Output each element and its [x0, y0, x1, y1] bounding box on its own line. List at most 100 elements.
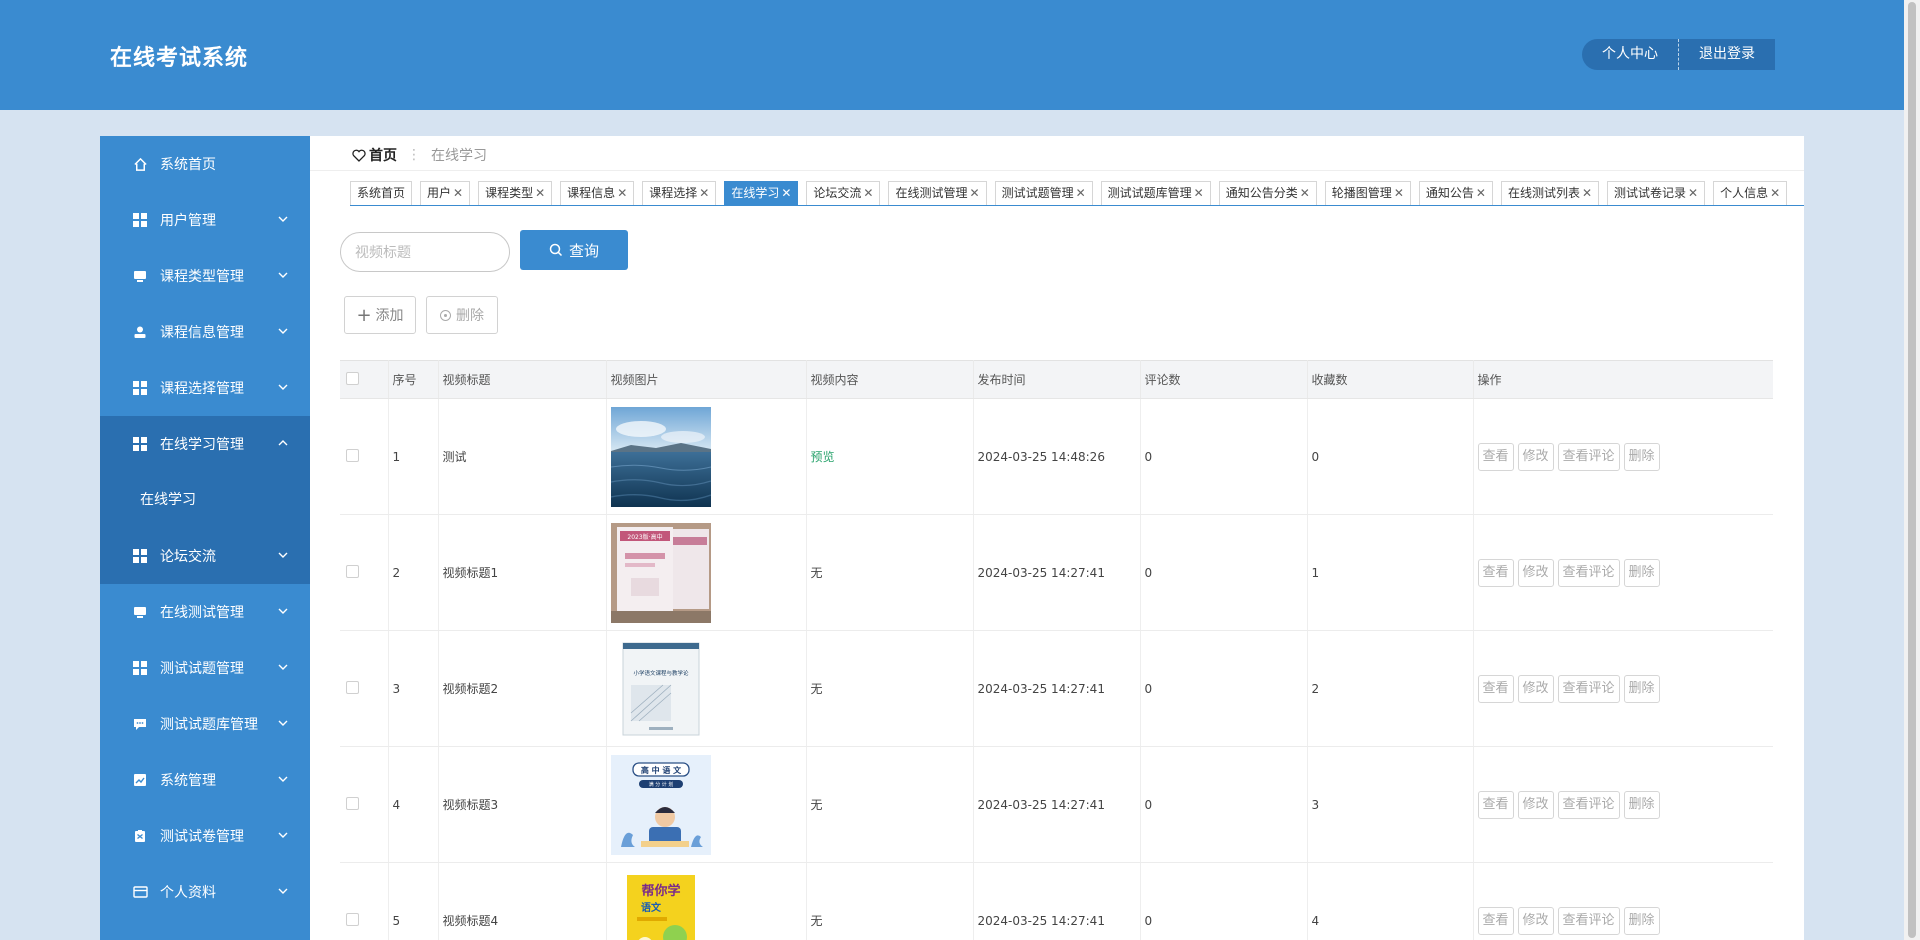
- heart-icon: [352, 149, 366, 162]
- query-button[interactable]: 查询: [520, 230, 628, 270]
- tab-online-learning[interactable]: 在线学习 ✕: [724, 181, 799, 205]
- sidebar-item-home[interactable]: 系统首页: [100, 136, 310, 192]
- delete-row-button[interactable]: 删除: [1623, 790, 1660, 819]
- row-title: 视频标题4: [438, 862, 607, 940]
- tab-course-types[interactable]: 课程类型 ✕: [478, 181, 553, 205]
- submenu-item-online-learning[interactable]: 在线学习: [100, 472, 310, 528]
- sidebar-item-profile[interactable]: 个人资料: [100, 864, 310, 920]
- tab-course-selection[interactable]: 课程选择 ✕: [642, 181, 717, 205]
- scrollbar-thumb[interactable]: [1908, 2, 1916, 938]
- logout-button[interactable]: 退出登录: [1679, 39, 1775, 70]
- tab-test-list[interactable]: 在线测试列表 ✕: [1500, 181, 1600, 205]
- sidebar-item-users[interactable]: 用户管理: [100, 192, 310, 248]
- tab-label: 在线学习: [731, 186, 780, 200]
- close-icon[interactable]: ✕: [970, 186, 980, 200]
- yellow-book-image[interactable]: 帮你学 语文: [610, 870, 711, 940]
- preview-link[interactable]: 预览: [811, 450, 835, 464]
- tab-carousel[interactable]: 轮播图管理 ✕: [1324, 181, 1411, 205]
- edit-button[interactable]: 修改: [1517, 674, 1554, 703]
- sidebar-item-system[interactable]: 系统管理: [100, 752, 310, 808]
- books-image[interactable]: 2023版·高中: [610, 522, 711, 623]
- book-cover-image[interactable]: 小学语文课程与教学论: [610, 638, 711, 739]
- close-icon[interactable]: ✕: [617, 186, 627, 200]
- close-icon[interactable]: ✕: [453, 186, 463, 200]
- edit-button[interactable]: 修改: [1517, 558, 1554, 587]
- close-icon[interactable]: ✕: [1194, 186, 1204, 200]
- close-icon[interactable]: ✕: [1582, 186, 1592, 200]
- tab-personal-info[interactable]: 个人信息 ✕: [1713, 181, 1788, 205]
- close-icon[interactable]: ✕: [1394, 186, 1404, 200]
- row-checkbox[interactable]: [346, 680, 359, 694]
- tab-users[interactable]: 用户 ✕: [420, 181, 471, 205]
- vertical-scrollbar[interactable]: [1904, 0, 1920, 940]
- close-icon[interactable]: ✕: [1476, 186, 1486, 200]
- divider: [310, 170, 1804, 171]
- close-icon[interactable]: ✕: [1688, 186, 1698, 200]
- view-button[interactable]: 查看: [1477, 674, 1514, 703]
- close-icon[interactable]: ✕: [863, 186, 873, 200]
- tab-course-info[interactable]: 课程信息 ✕: [560, 181, 635, 205]
- close-icon[interactable]: ✕: [1076, 186, 1086, 200]
- sidebar-item-course-info[interactable]: 课程信息管理: [100, 304, 310, 360]
- column-header: 发布时间: [973, 360, 1141, 399]
- home-icon: [132, 156, 148, 172]
- chart-icon: [132, 772, 148, 788]
- view-button[interactable]: 查看: [1477, 558, 1514, 587]
- row-checkbox[interactable]: [346, 564, 359, 578]
- edit-button[interactable]: 修改: [1517, 442, 1554, 471]
- breadcrumb-home[interactable]: 首页: [352, 145, 397, 165]
- view-comments-button[interactable]: 查看评论: [1557, 674, 1620, 703]
- view-button[interactable]: 查看: [1477, 442, 1514, 471]
- view-button[interactable]: 查看: [1477, 906, 1514, 935]
- tab-test-records[interactable]: 测试试卷记录 ✕: [1607, 181, 1706, 205]
- add-button[interactable]: + 添加: [344, 296, 416, 334]
- tab-notice[interactable]: 通知公告 ✕: [1418, 181, 1493, 205]
- sea-image[interactable]: [610, 406, 711, 507]
- close-icon[interactable]: ✕: [1770, 186, 1780, 200]
- tab-forum[interactable]: 论坛交流 ✕: [806, 181, 881, 205]
- edit-button[interactable]: 修改: [1517, 790, 1554, 819]
- sidebar-item-forum[interactable]: 论坛交流: [100, 528, 310, 584]
- select-all-checkbox[interactable]: [346, 371, 359, 385]
- view-comments-button[interactable]: 查看评论: [1557, 790, 1620, 819]
- tab-system-home[interactable]: 系统首页: [350, 181, 413, 205]
- view-comments-button[interactable]: 查看评论: [1557, 442, 1620, 471]
- delete-row-button[interactable]: 删除: [1623, 674, 1660, 703]
- view-button[interactable]: 查看: [1477, 790, 1514, 819]
- tab-test-questions[interactable]: 测试试题管理 ✕: [994, 181, 1093, 205]
- view-comments-button[interactable]: 查看评论: [1557, 906, 1620, 935]
- row-favorites: 4: [1307, 862, 1474, 940]
- edit-button[interactable]: 修改: [1517, 906, 1554, 935]
- tab-question-bank[interactable]: 测试试题库管理 ✕: [1100, 181, 1211, 205]
- chinese-book-image[interactable]: 高 中 语 文 满 分 计 划: [610, 754, 711, 855]
- sidebar-item-course-types[interactable]: 课程类型管理: [100, 248, 310, 304]
- delete-row-button[interactable]: 删除: [1623, 558, 1660, 587]
- view-comments-button[interactable]: 查看评论: [1557, 558, 1620, 587]
- sidebar-item-question-bank[interactable]: 测试试题库管理: [100, 696, 310, 752]
- tab-label: 测试试题管理: [1001, 186, 1074, 200]
- close-icon[interactable]: ✕: [535, 186, 545, 200]
- close-icon[interactable]: ✕: [1300, 186, 1310, 200]
- row-checkbox[interactable]: [346, 912, 359, 926]
- sidebar-item-course-selection[interactable]: 课程选择管理: [100, 360, 310, 416]
- search-input[interactable]: [340, 232, 510, 272]
- close-icon[interactable]: ✕: [699, 186, 709, 200]
- main-panel: 首页 ⋮ 在线学习 系统首页 用户 ✕ 课程类型 ✕ 课程信息 ✕ 课程选择 ✕ 在线学…: [310, 136, 1804, 940]
- delete-row-button[interactable]: 删除: [1623, 442, 1660, 471]
- row-number: 3: [388, 630, 439, 747]
- close-icon[interactable]: ✕: [781, 186, 791, 200]
- row-checkbox[interactable]: [346, 796, 359, 810]
- delete-row-button[interactable]: 删除: [1623, 906, 1660, 935]
- row-content: 无: [806, 514, 974, 631]
- tab-online-test[interactable]: 在线测试管理 ✕: [888, 181, 987, 205]
- sidebar-item-online-learning[interactable]: 在线学习管理: [100, 416, 310, 472]
- plus-icon: +: [356, 304, 372, 326]
- row-checkbox[interactable]: [346, 448, 359, 462]
- delete-button[interactable]: 删除: [426, 296, 498, 334]
- sidebar-item-test-questions[interactable]: 测试试题管理: [100, 640, 310, 696]
- sidebar-item-test-papers[interactable]: 测试试卷管理: [100, 808, 310, 864]
- tab-label: 用户: [427, 186, 452, 200]
- personal-center-button[interactable]: 个人中心: [1582, 39, 1679, 70]
- sidebar-item-online-test[interactable]: 在线测试管理: [100, 584, 310, 640]
- tab-notice-category[interactable]: 通知公告分类 ✕: [1218, 181, 1317, 205]
